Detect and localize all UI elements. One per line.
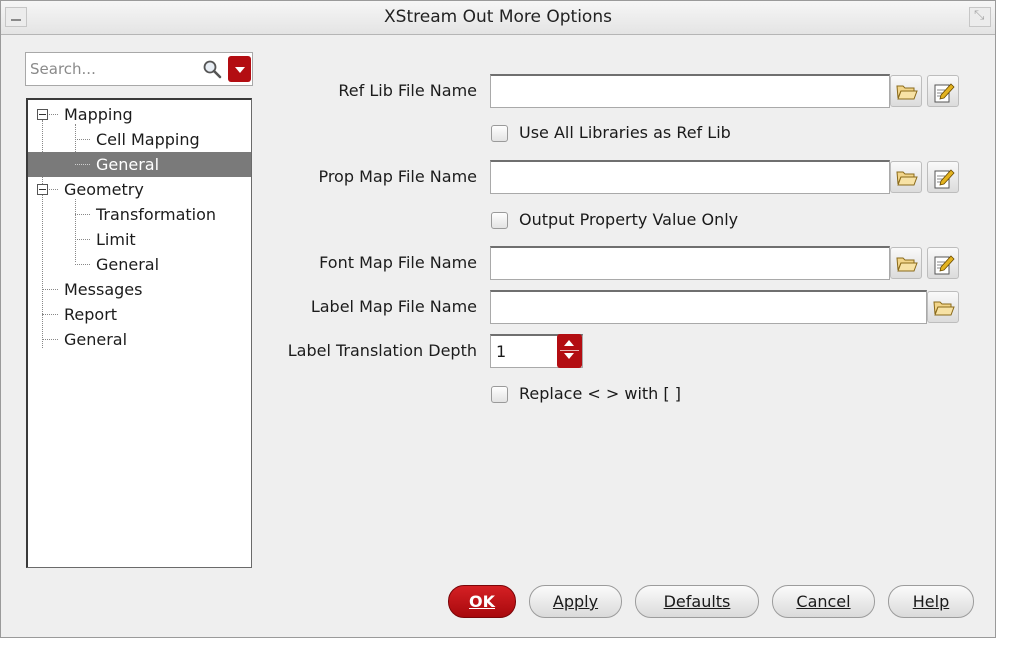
replace-brackets-checkbox[interactable] — [491, 386, 508, 403]
increment-arrow-icon[interactable] — [564, 340, 574, 346]
tree-item-mapping-general[interactable]: General — [28, 152, 251, 177]
output-prop-option[interactable]: Output Property Value Only — [491, 210, 811, 232]
search-box — [25, 52, 253, 86]
title-bar[interactable]: XStream Out More Options — [1, 1, 995, 35]
label-depth-value[interactable]: 1 — [496, 342, 506, 361]
use-all-libs-checkbox[interactable] — [491, 125, 508, 142]
prop-map-browse-button[interactable] — [890, 161, 922, 193]
tree-item-label: Cell Mapping — [96, 130, 200, 149]
apply-button[interactable]: Apply — [529, 585, 622, 618]
label-map-browse-button[interactable] — [927, 291, 959, 323]
ref-lib-label: Ref Lib File Name — [338, 81, 477, 100]
tree-item-cell-mapping[interactable]: Cell Mapping — [28, 127, 251, 152]
label-depth-spinbox[interactable]: 1 — [490, 334, 583, 368]
defaults-button[interactable]: Defaults — [635, 585, 759, 618]
folder-open-icon — [896, 85, 918, 100]
tree-item-transformation[interactable]: Transformation — [28, 202, 251, 227]
tree-item-label: Limit — [96, 230, 136, 249]
tree-item-label: General — [96, 255, 160, 274]
search-icon[interactable] — [202, 59, 222, 79]
font-map-browse-button[interactable] — [890, 247, 922, 279]
tree-item-label: Messages — [64, 280, 143, 299]
folder-open-icon — [933, 301, 955, 316]
tree-item-label: Geometry — [64, 180, 144, 199]
replace-brackets-label: Replace < > with [ ] — [519, 384, 681, 403]
cancel-button[interactable]: Cancel — [772, 585, 875, 618]
collapse-icon[interactable] — [37, 109, 48, 120]
tree-item-geometry[interactable]: Geometry — [28, 177, 251, 202]
label-map-field[interactable] — [490, 290, 927, 324]
tree-item-label: General — [96, 155, 160, 174]
window-title: XStream Out More Options — [384, 7, 612, 27]
prop-map-field[interactable] — [490, 160, 890, 194]
category-tree: Mapping Cell Mapping General Geometry Tr… — [26, 98, 252, 568]
font-map-field[interactable] — [490, 246, 890, 280]
output-prop-label: Output Property Value Only — [519, 210, 739, 229]
tree-item-label: Report — [64, 305, 118, 324]
tree-item-label: General — [64, 330, 128, 349]
tree-item-report[interactable]: Report — [28, 302, 251, 327]
ok-button[interactable]: OK — [448, 585, 516, 618]
prop-map-label: Prop Map File Name — [318, 167, 477, 186]
window-resize-button[interactable] — [969, 7, 991, 27]
label-depth-label: Label Translation Depth — [287, 341, 477, 360]
collapse-icon[interactable] — [37, 184, 48, 195]
prop-map-edit-button[interactable] — [927, 161, 959, 193]
tree-item-messages[interactable]: Messages — [28, 277, 251, 302]
tree-item-label: Mapping — [64, 105, 133, 124]
replace-brackets-option[interactable]: Replace < > with [ ] — [491, 384, 751, 406]
ref-lib-field[interactable] — [490, 74, 890, 108]
tree-item-mapping[interactable]: Mapping — [28, 102, 251, 127]
use-all-libs-option[interactable]: Use All Libraries as Ref Lib — [491, 123, 811, 145]
edit-notepad-icon — [934, 83, 955, 103]
label-map-label: Label Map File Name — [310, 297, 477, 316]
help-button[interactable]: Help — [888, 585, 974, 618]
dialog-window: XStream Out More Options Mapping Cell Ma… — [0, 0, 996, 638]
ref-lib-browse-button[interactable] — [890, 75, 922, 107]
tree-item-limit[interactable]: Limit — [28, 227, 251, 252]
output-prop-checkbox[interactable] — [491, 212, 508, 229]
use-all-libs-label: Use All Libraries as Ref Lib — [519, 123, 731, 142]
edit-notepad-icon — [934, 255, 955, 275]
folder-open-icon — [896, 257, 918, 272]
tree-item-general[interactable]: General — [28, 327, 251, 352]
search-options-dropdown[interactable] — [228, 56, 251, 82]
ref-lib-edit-button[interactable] — [927, 75, 959, 107]
tree-item-label: Transformation — [96, 205, 217, 224]
tree-item-geometry-general[interactable]: General — [28, 252, 251, 277]
decrement-arrow-icon[interactable] — [564, 353, 574, 359]
font-map-edit-button[interactable] — [927, 247, 959, 279]
font-map-label: Font Map File Name — [319, 253, 477, 272]
search-input[interactable] — [28, 55, 202, 83]
folder-open-icon — [896, 171, 918, 186]
label-depth-stepper[interactable] — [557, 334, 582, 368]
edit-notepad-icon — [934, 169, 955, 189]
stepper-divider — [560, 350, 579, 351]
